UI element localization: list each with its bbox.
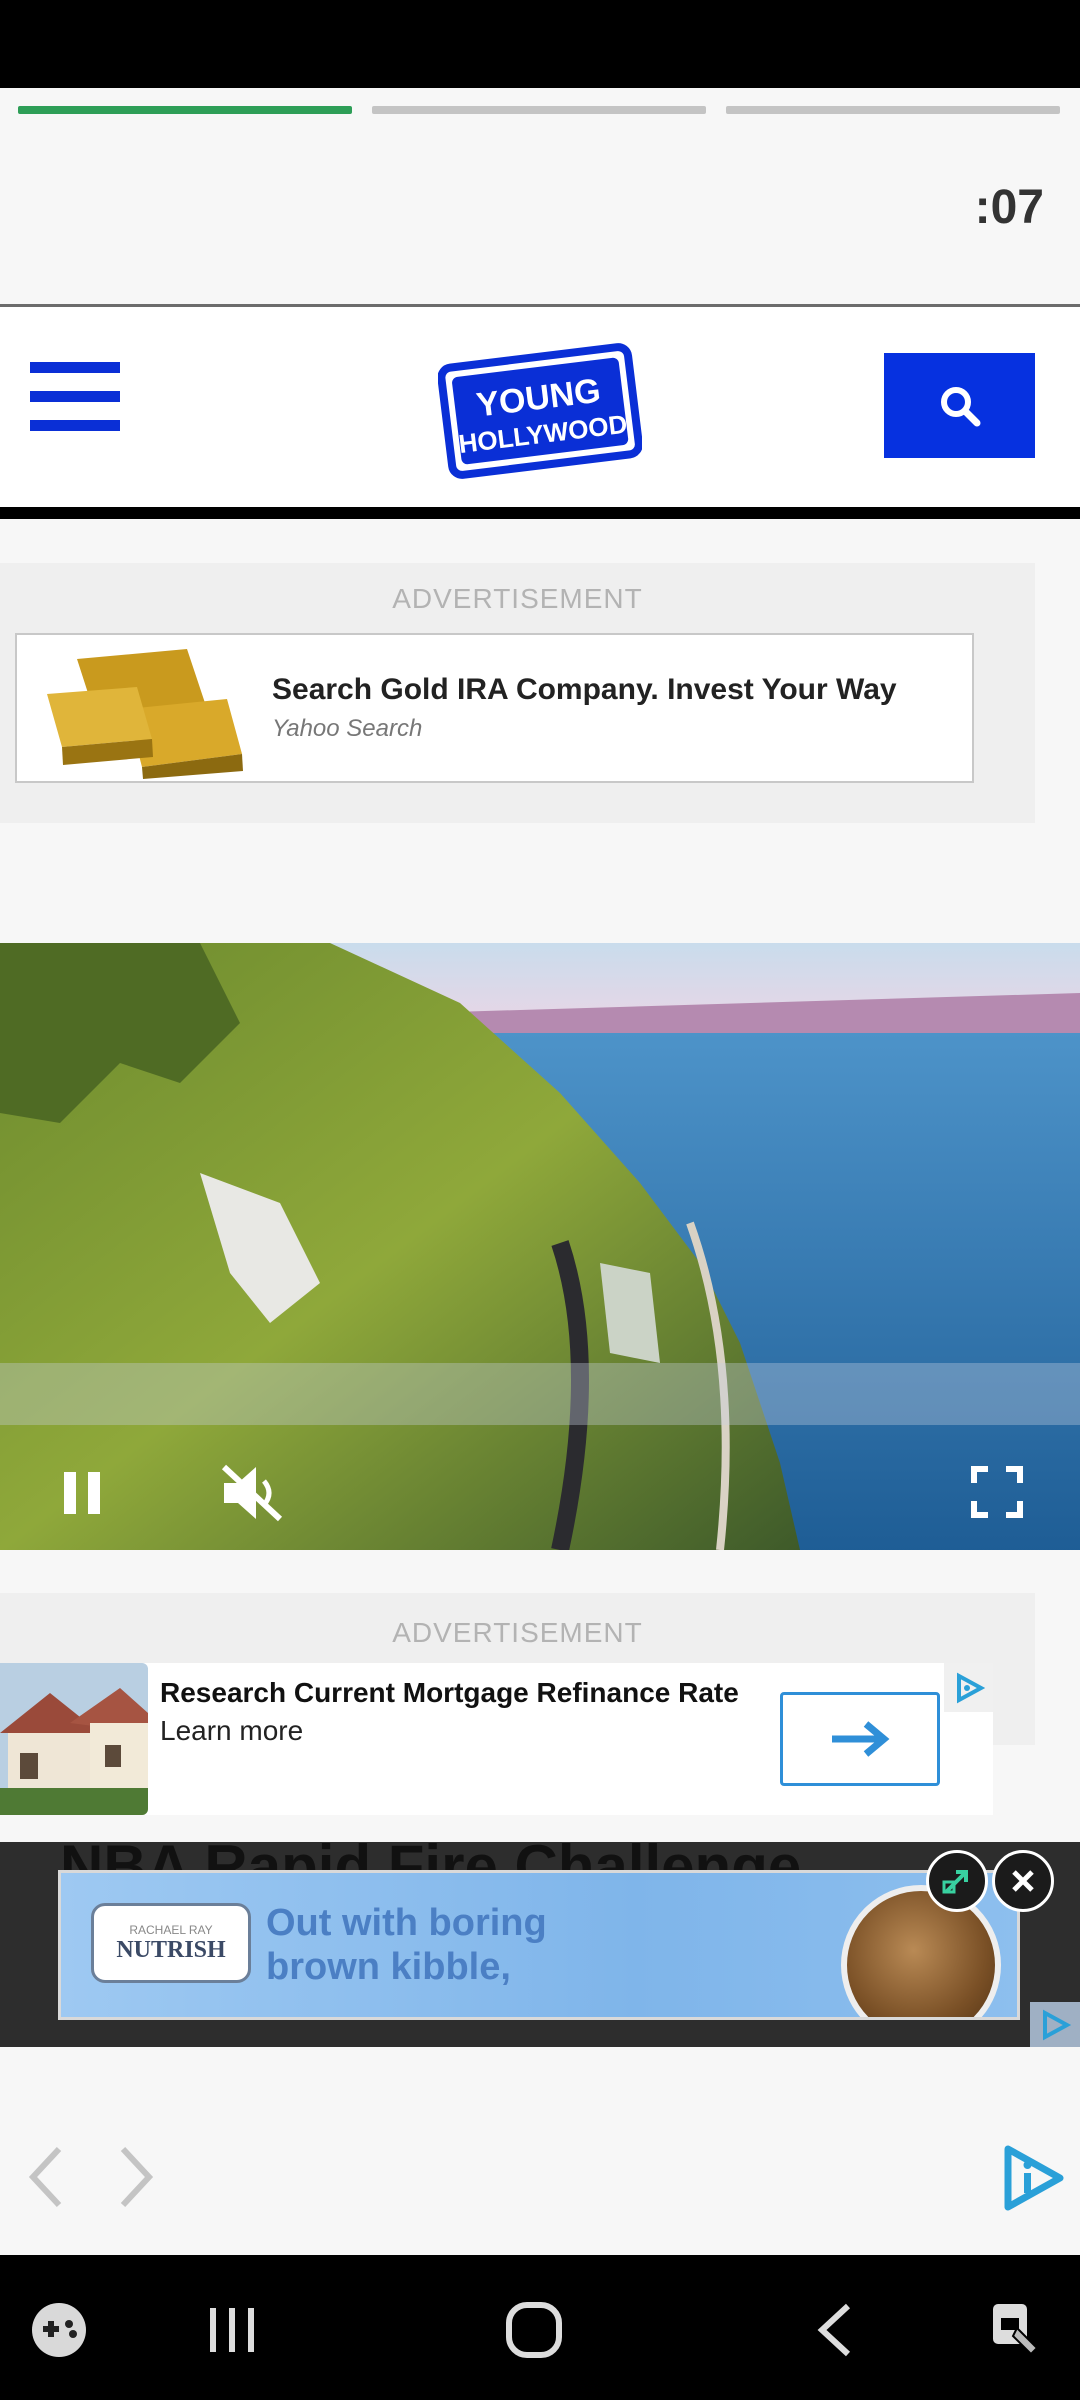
adchoices-icon[interactable] bbox=[944, 1663, 993, 1712]
ad-title[interactable]: Research Current Mortgage Refinance Rate bbox=[160, 1677, 739, 1709]
progress-segment-1 bbox=[18, 106, 352, 114]
learn-more-link[interactable]: Learn more bbox=[160, 1715, 303, 1747]
ad-label: ADVERTISEMENT bbox=[392, 583, 643, 614]
site-header: YOUNG HOLLYWOOD bbox=[0, 307, 1080, 507]
story-progress-area: :07 bbox=[0, 88, 1080, 306]
search-button[interactable] bbox=[884, 353, 1035, 458]
close-icon bbox=[1012, 1870, 1034, 1892]
pause-icon[interactable] bbox=[60, 1468, 104, 1518]
ad-title[interactable]: Search Gold IRA Company. Invest Your Way bbox=[272, 673, 897, 707]
muted-speaker-icon[interactable] bbox=[218, 1461, 288, 1525]
home-icon[interactable] bbox=[499, 2295, 569, 2365]
house-image[interactable] bbox=[0, 1663, 148, 1815]
adchoices-corner-icon[interactable] bbox=[1030, 2002, 1080, 2047]
progress-segment-3 bbox=[726, 106, 1060, 114]
header-divider bbox=[0, 507, 1080, 519]
young-hollywood-logo[interactable]: YOUNG HOLLYWOOD bbox=[437, 335, 643, 485]
nutrish-banner-ad[interactable]: RACHAEL RAY NUTRISH Out with boring brow… bbox=[58, 1870, 1020, 2020]
ad-label: ADVERTISEMENT bbox=[392, 1617, 643, 1648]
arrow-right-icon bbox=[832, 1721, 890, 1757]
accessibility-icon[interactable] bbox=[980, 2295, 1050, 2365]
ad-close-button[interactable] bbox=[992, 1850, 1054, 1912]
forward-arrow-icon[interactable] bbox=[117, 2145, 157, 2209]
ad-source: Yahoo Search bbox=[272, 715, 423, 742]
progress-segment-2 bbox=[372, 106, 706, 114]
expand-icon bbox=[942, 1870, 968, 1894]
ad-arrow-button[interactable] bbox=[780, 1692, 940, 1786]
game-launcher-icon[interactable] bbox=[24, 2295, 94, 2365]
video-progress-bar[interactable] bbox=[0, 1363, 1080, 1425]
brand-small: RACHAEL RAY bbox=[129, 1922, 213, 1937]
banner-tagline: Out with boring brown kibble, bbox=[266, 1902, 547, 1988]
brand-name: NUTRISH bbox=[116, 1936, 226, 1963]
search-icon bbox=[940, 386, 980, 426]
browser-toolbar bbox=[0, 2050, 1080, 2255]
ad-expand-button[interactable] bbox=[926, 1850, 988, 1912]
video-frame-coastline bbox=[0, 943, 1080, 1550]
back-arrow-icon[interactable] bbox=[25, 2145, 65, 2209]
fullscreen-icon[interactable] bbox=[970, 1465, 1024, 1519]
menu-icon[interactable] bbox=[30, 362, 120, 432]
gold-ira-ad[interactable]: Search Gold IRA Company. Invest Your Way… bbox=[15, 633, 974, 783]
mortgage-ad[interactable]: Research Current Mortgage Refinance Rate… bbox=[0, 1663, 993, 1815]
gold-bars-image bbox=[47, 649, 243, 779]
system-navigation-bar bbox=[0, 2255, 1080, 2400]
countdown-timer: :07 bbox=[974, 181, 1044, 234]
video-player[interactable] bbox=[0, 943, 1080, 1550]
recent-apps-icon[interactable] bbox=[197, 2295, 267, 2365]
status-bar bbox=[0, 0, 1080, 88]
advertisement-block: ADVERTISEMENT Search Gold IRA Company. I… bbox=[0, 563, 1035, 823]
nutrish-logo: RACHAEL RAY NUTRISH bbox=[91, 1903, 251, 1983]
sticky-ad-overlay: NBA Rapid Fire Challenge RACHAEL RAY NUT… bbox=[0, 1842, 1080, 2047]
back-icon[interactable] bbox=[800, 2295, 870, 2365]
kibble-bowl-image bbox=[841, 1885, 1001, 2017]
adchoices-logo-icon[interactable] bbox=[1000, 2145, 1066, 2211]
